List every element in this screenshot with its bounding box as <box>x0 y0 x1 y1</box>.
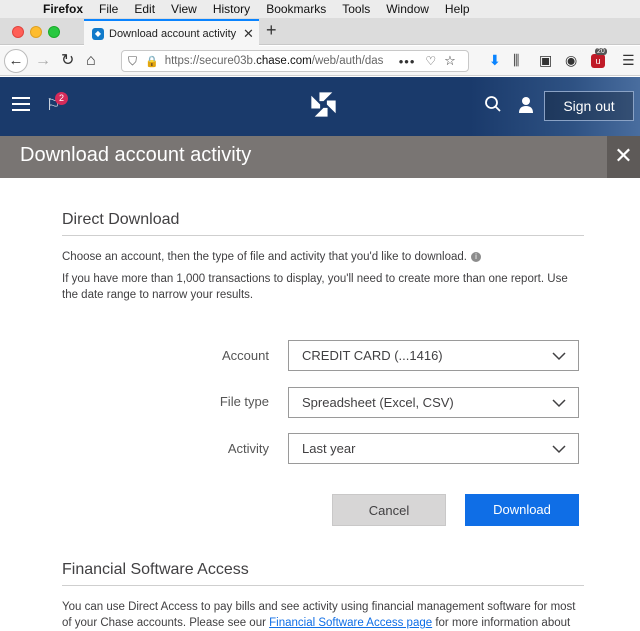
main-menu-icon[interactable] <box>12 97 30 111</box>
sign-out-button[interactable]: Sign out <box>544 91 634 121</box>
account-label: Account <box>222 348 269 363</box>
tracking-protection-shield-icon[interactable]: ⛉ <box>128 54 137 69</box>
chevron-down-icon <box>552 398 566 407</box>
home-icon[interactable]: ⌂ <box>86 51 96 71</box>
instruction-text: Choose an account, then the type of file… <box>62 249 584 265</box>
chevron-down-icon <box>552 444 566 453</box>
menu-help[interactable]: Help <box>445 2 470 16</box>
menu-app-name[interactable]: Firefox <box>43 2 83 16</box>
menu-view[interactable]: View <box>171 2 197 16</box>
page-title-bar: Download account activity ✕ <box>0 136 640 178</box>
file-type-label: File type <box>219 394 269 409</box>
sidebar-icon[interactable]: ▣ <box>539 52 552 69</box>
search-icon[interactable] <box>484 95 502 113</box>
file-type-select[interactable]: Spreadsheet (Excel, CSV) <box>288 387 579 418</box>
page-actions-icon[interactable]: ••• <box>399 54 416 69</box>
account-select-value: CREDIT CARD (...1416) <box>302 348 443 363</box>
activity-label: Activity <box>227 441 269 456</box>
menu-bookmarks[interactable]: Bookmarks <box>266 2 326 16</box>
extension-badge: 20 <box>595 48 607 55</box>
bookmark-star-icon[interactable]: ☆ <box>444 53 456 69</box>
downloads-icon[interactable]: ⬇ <box>489 52 501 69</box>
url-text[interactable]: https://secure03b.chase.com/web/auth/das <box>165 55 393 67</box>
window-minimize-button[interactable] <box>30 26 42 38</box>
close-icon[interactable]: ✕ <box>607 136 640 178</box>
back-button-icon[interactable]: ← <box>4 49 28 73</box>
extension-icon[interactable]: u <box>591 54 605 68</box>
cancel-button[interactable]: Cancel <box>332 494 446 526</box>
financial-software-access-link[interactable]: Financial Software Access page <box>269 617 432 629</box>
new-tab-icon[interactable]: + <box>266 20 277 41</box>
financial-software-text: You can use Direct Access to pay bills a… <box>62 601 576 629</box>
lock-icon[interactable]: 🔒 <box>145 55 159 68</box>
pocket-icon[interactable]: ♡ <box>425 54 436 68</box>
tab-download-account-activity[interactable]: ◆ Download account activity - ch ✕ <box>84 19 259 46</box>
info-icon[interactable]: i <box>470 252 481 262</box>
tab-close-icon[interactable]: ✕ <box>243 26 254 42</box>
menu-file[interactable]: File <box>99 2 118 16</box>
notification-count-badge: 2 <box>55 92 68 105</box>
download-button[interactable]: Download <box>465 494 579 526</box>
direct-download-heading: Direct Download <box>62 211 584 236</box>
tab-strip: ◆ Download account activity - ch ✕ + <box>0 18 640 46</box>
chase-logo-icon[interactable] <box>310 91 337 118</box>
macos-menu-bar: Firefox File Edit View History Bookmarks… <box>0 0 640 18</box>
window-zoom-button[interactable] <box>48 26 60 38</box>
forward-button-icon[interactable]: → <box>35 51 51 71</box>
chevron-down-icon <box>552 351 566 360</box>
library-icon[interactable]: ⫼ <box>513 52 519 69</box>
navigation-toolbar: ← → ↻ ⌂ ⛉ 🔒 https://secure03b.chase.com/… <box>0 46 640 76</box>
account-icon[interactable]: ◉ <box>565 52 577 69</box>
profile-icon[interactable] <box>518 96 534 114</box>
site-header: ⚐ 2 Sign out <box>0 77 640 136</box>
tab-title: Download account activity - ch <box>109 27 239 40</box>
menu-edit[interactable]: Edit <box>134 2 155 16</box>
file-type-select-value: Spreadsheet (Excel, CSV) <box>302 395 454 410</box>
activity-select[interactable]: Last year <box>288 433 579 464</box>
menu-history[interactable]: History <box>213 2 250 16</box>
account-select[interactable]: CREDIT CARD (...1416) <box>288 340 579 371</box>
transaction-limit-note: If you have more than 1,000 transactions… <box>62 273 568 301</box>
financial-software-heading: Financial Software Access <box>62 561 584 586</box>
page-title: Download account activity <box>20 144 252 166</box>
hamburger-menu-icon[interactable]: ☰ <box>622 52 635 69</box>
reload-icon[interactable]: ↻ <box>61 51 74 71</box>
chase-favicon-icon: ◆ <box>92 27 104 40</box>
menu-window[interactable]: Window <box>386 2 429 16</box>
activity-select-value: Last year <box>302 441 356 456</box>
address-bar[interactable]: ⛉ 🔒 https://secure03b.chase.com/web/auth… <box>121 50 469 72</box>
window-close-button[interactable] <box>12 26 24 38</box>
menu-tools[interactable]: Tools <box>342 2 370 16</box>
